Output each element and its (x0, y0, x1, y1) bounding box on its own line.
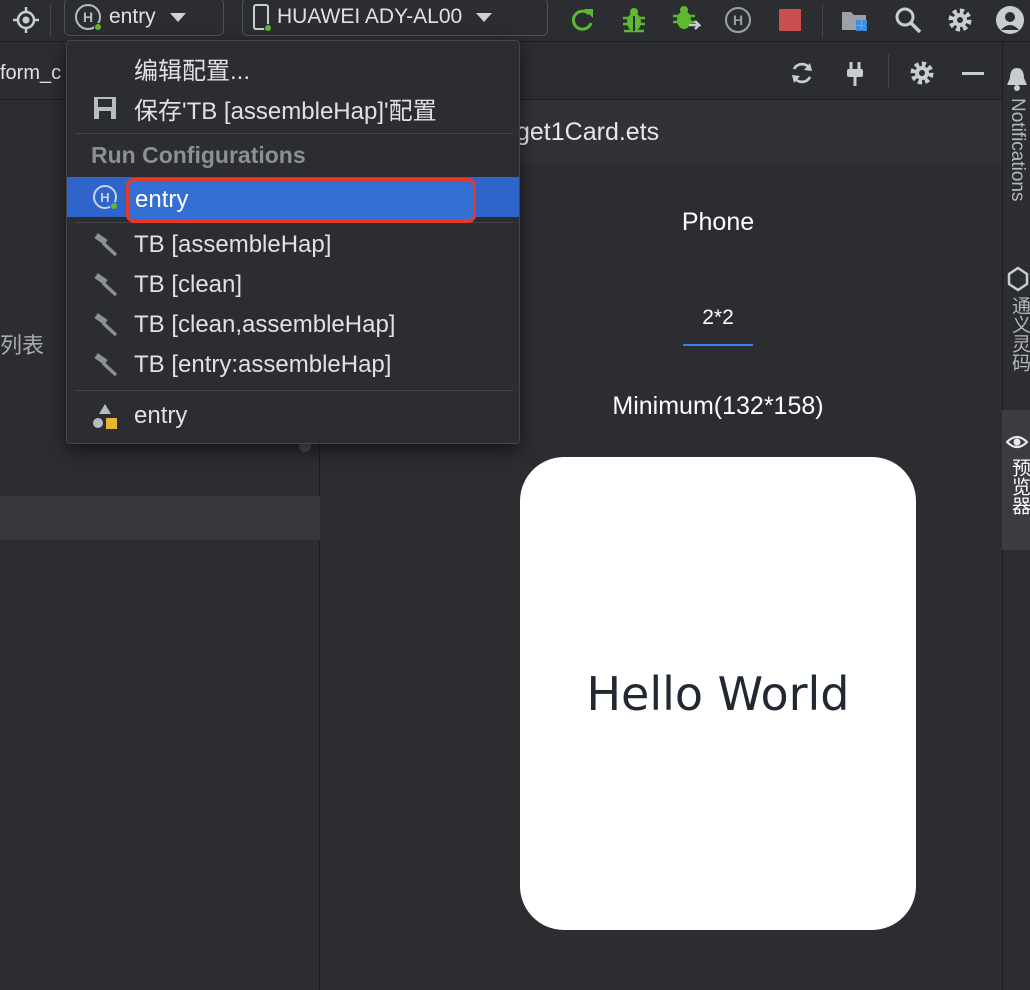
file-name: get1Card.ets (516, 118, 660, 146)
rerun-icon[interactable] (568, 5, 598, 35)
project-structure-icon[interactable] (840, 5, 870, 35)
user-icon[interactable] (995, 5, 1025, 35)
menu-separator (75, 133, 513, 134)
menu-item-save-config[interactable]: 保存'TB [assembleHap]'配置 (67, 88, 519, 128)
notifications-tab[interactable]: Notifications (1006, 98, 1028, 202)
chevron-down-icon (169, 12, 186, 22)
menu-separator (75, 390, 513, 391)
previewer-tab[interactable]: 预览器 (1006, 458, 1030, 515)
phone-icon (253, 4, 272, 32)
widget-card-preview: Hello World (520, 457, 916, 930)
run-config-label: entry (109, 5, 156, 28)
tongyi-tab[interactable]: 通义灵码 (1006, 296, 1030, 372)
card-size-tab[interactable]: 2*2 (683, 306, 753, 330)
menu-section-header: Run Configurations (91, 141, 306, 168)
selected-entry-highlight[interactable]: entry (126, 178, 476, 223)
harmony-icon: H (91, 183, 119, 211)
gear-icon[interactable] (907, 58, 937, 88)
minimize-icon[interactable] (958, 58, 988, 88)
device-label: HUAWEI ADY-AL00 (277, 5, 463, 28)
stop-icon[interactable] (775, 5, 805, 35)
eye-icon[interactable] (1005, 432, 1029, 452)
device-selector[interactable]: HUAWEI ADY-AL00 (242, 0, 548, 36)
run-config-dropdown: 编辑配置... 保存'TB [assembleHap]'配置 Run Confi… (66, 40, 520, 444)
target-icon[interactable] (11, 5, 41, 35)
harmony-icon: H (75, 4, 102, 31)
card-dimension-label: Minimum(132*158) (612, 392, 824, 420)
save-icon (91, 94, 119, 122)
device-type-label: Phone (681, 208, 755, 236)
bell-icon[interactable] (1005, 66, 1029, 92)
chevron-down-icon (476, 12, 493, 22)
card-text: Hello World (586, 666, 850, 721)
menu-item-entry-module[interactable]: entry (67, 396, 519, 436)
toolbar-separator (888, 54, 889, 88)
module-icon (91, 402, 119, 430)
highlighted-row[interactable] (0, 496, 320, 540)
settings-icon[interactable] (945, 5, 975, 35)
run-config-selector[interactable]: H entry (64, 0, 224, 36)
editor-tab[interactable]: form_c (0, 62, 61, 85)
list-label: 列表 (0, 333, 45, 358)
menu-item-tb-assemblehap[interactable]: TB [assembleHap] (67, 225, 519, 265)
hammer-icon (91, 311, 119, 339)
main-toolbar: H entry HUAWEI ADY-AL00 H (0, 0, 1030, 42)
toolbar-separator (50, 4, 51, 38)
menu-item-tb-entry-assemblehap[interactable]: TB [entry:assembleHap] (67, 345, 519, 385)
hammer-icon (91, 231, 119, 259)
profile-icon[interactable]: H (723, 5, 753, 35)
selected-entry-label: entry (135, 186, 189, 213)
card-size-tab-indicator (683, 344, 753, 346)
menu-item-tb-clean[interactable]: TB [clean] (67, 265, 519, 305)
menu-item-edit-config[interactable]: 编辑配置... (67, 48, 519, 88)
plug-icon[interactable] (840, 58, 870, 88)
tongyi-icon[interactable] (1007, 266, 1029, 292)
debug-icon[interactable] (619, 5, 649, 35)
hammer-icon (91, 271, 119, 299)
hammer-icon (91, 351, 119, 379)
toolbar-separator (822, 4, 823, 38)
search-icon[interactable] (893, 5, 923, 35)
menu-item-tb-clean-assemblehap[interactable]: TB [clean,assembleHap] (67, 305, 519, 345)
refresh-icon[interactable] (787, 58, 817, 88)
attach-debugger-icon[interactable] (671, 5, 701, 35)
